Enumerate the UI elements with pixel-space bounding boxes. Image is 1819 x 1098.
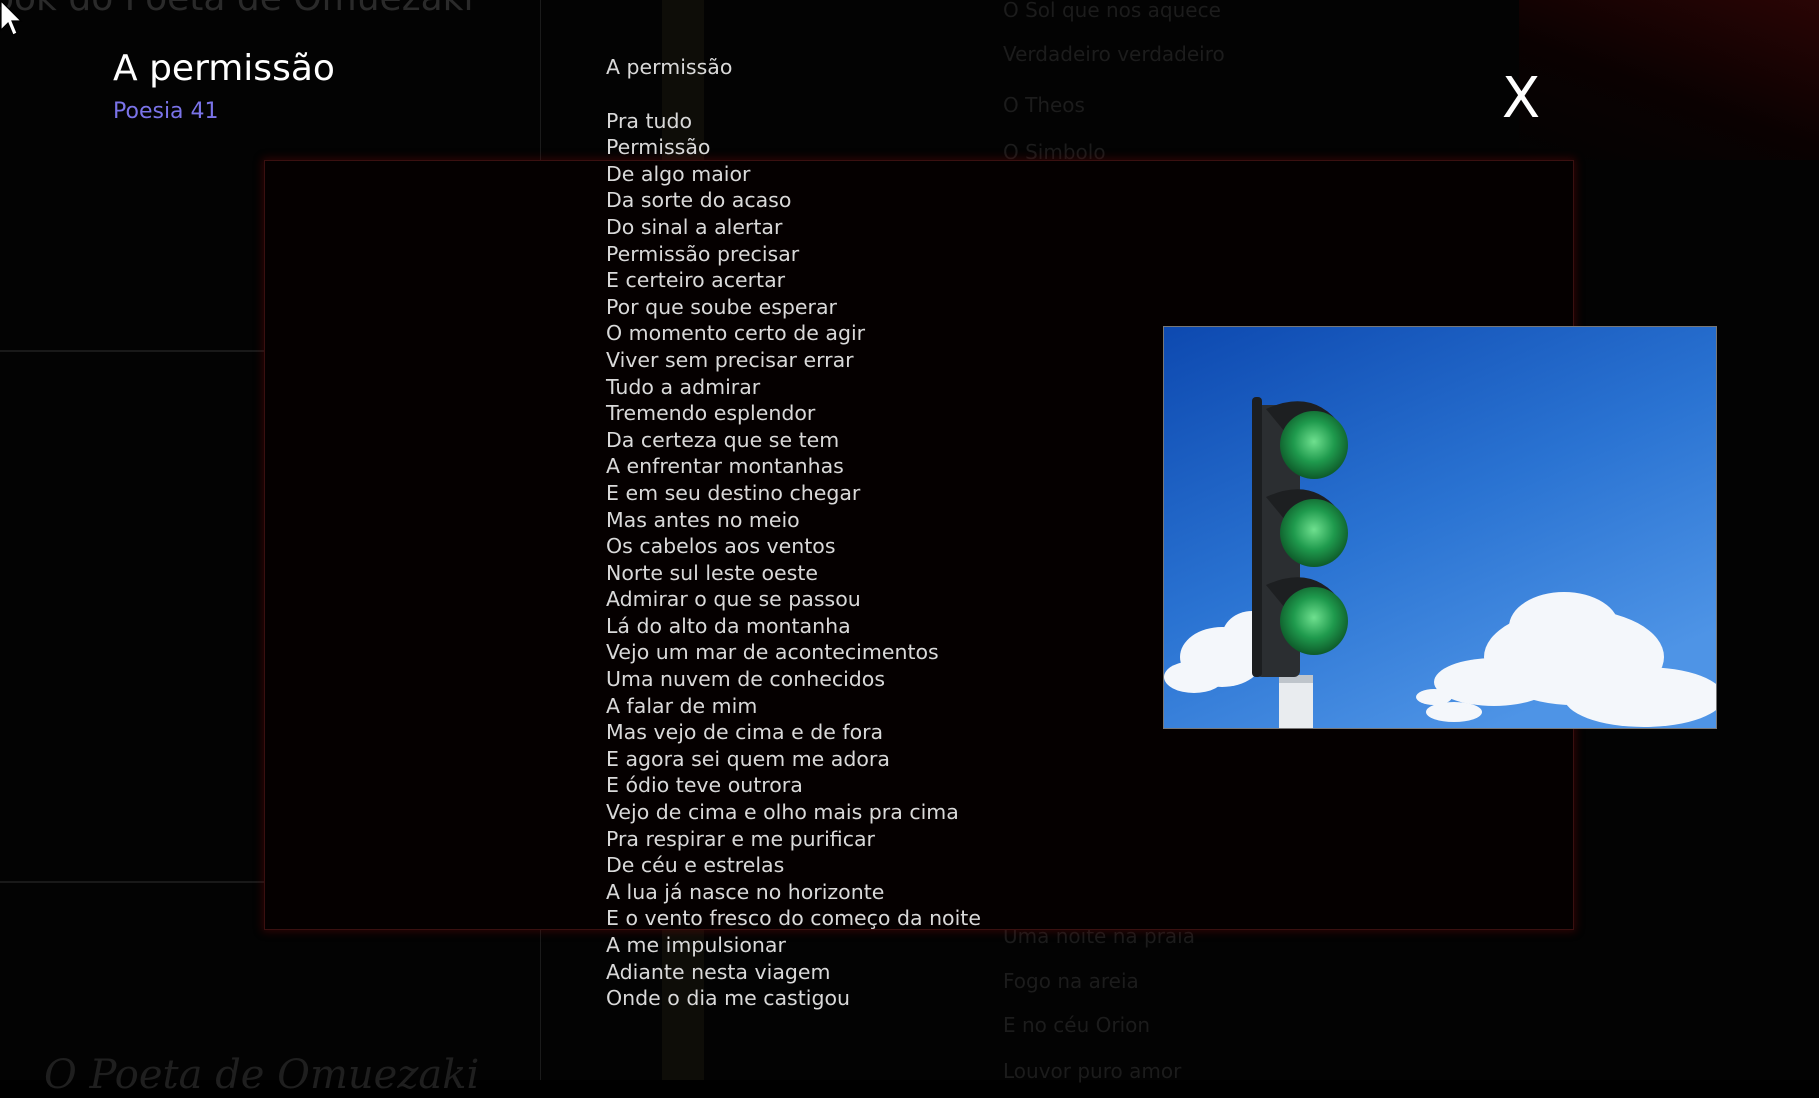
poem-line: De algo maior <box>606 161 751 186</box>
close-icon[interactable]: X <box>1502 71 1540 127</box>
poem-line: Pra tudo <box>606 108 693 133</box>
poem-line: A enfrentar montanhas <box>606 454 844 479</box>
poem-text: A permissão Pra tudo Permissão De algo mai… <box>606 54 981 1012</box>
poem-line: Vejo um mar de acontecimentos <box>606 640 939 665</box>
background-list-item: O Sol que nos aquece <box>1003 0 1221 22</box>
poem-number: Poesia 41 <box>113 99 219 124</box>
poem-line: E agora sei quem me adora <box>606 746 890 771</box>
poem-line: Mas vejo de cima e de fora <box>606 720 884 745</box>
close-button[interactable]: X <box>1498 68 1544 130</box>
poem-line: Norte sul leste oeste <box>606 560 818 585</box>
background-author: O Poeta de Omuezaki <box>44 1052 480 1098</box>
poem-line: A me impulsionar <box>606 933 786 957</box>
mouse-cursor-icon <box>0 0 23 36</box>
poem-line: Vejo de cima e olho mais pra cima <box>606 800 959 825</box>
poem-line: Adiante nesta viagem <box>606 959 831 984</box>
poem-line: Lá do alto da montanha <box>606 613 851 638</box>
poem-line: Permissão <box>606 135 711 160</box>
poem-line: Tremendo esplendor <box>606 401 816 426</box>
poem-line: De céu e estrelas <box>606 853 785 878</box>
poem-line: Mas antes no meio <box>606 507 800 532</box>
poem-line: Da certeza que se tem <box>606 427 840 452</box>
poem-line: A falar de mim <box>606 693 758 718</box>
background-list-item: E no céu Orion <box>1003 1013 1151 1037</box>
poem-line: Viver sem precisar errar <box>606 347 854 372</box>
poem-line: Do sinal a alertar <box>606 214 783 239</box>
background-red-glow <box>1519 0 1819 160</box>
poem-line: Os cabelos aos ventos <box>606 534 836 559</box>
background-list-item: Verdadeiro verdadeiro <box>1003 42 1225 66</box>
poem-heading: A permissão <box>113 48 335 89</box>
background-book-title: ook do Poeta de Omuezaki <box>0 0 474 19</box>
poem-line: Tudo a admirar <box>606 374 761 399</box>
poem-line: Por que soube esperar <box>606 294 837 319</box>
poem-line: Permissão precisar <box>606 241 800 266</box>
poem-line: A lua já nasce no horizonte <box>606 879 885 904</box>
poem-line: E em seu destino chegar <box>606 480 861 505</box>
poem-line: Onde o dia me castigou <box>606 986 851 1011</box>
background-list-item: Louvor puro amor <box>1003 1059 1182 1083</box>
background-list-item: Fogo na areia <box>1003 969 1139 993</box>
background-list-item: O Theos <box>1003 93 1085 117</box>
poem-lines: Pra tudo Permissão De algo maior Da sorte d… <box>606 108 981 1012</box>
poem-line: O momento certo de agir <box>606 321 866 346</box>
poem-line: Admirar o que se passou <box>606 587 861 612</box>
poem-title: A permissão <box>606 55 733 79</box>
poem-line: Uma nuvem de conhecidos <box>606 667 886 692</box>
poem-line: Pra respirar e me purificar <box>606 826 875 851</box>
poem-line: Da sorte do acaso <box>606 188 792 213</box>
poem-line: E ódio teve outrora <box>606 773 803 798</box>
poem-line: E o vento fresco do começo da noite <box>606 906 981 931</box>
traffic-light-image <box>1163 326 1717 729</box>
poem-line: E certeiro acertar <box>606 268 786 293</box>
